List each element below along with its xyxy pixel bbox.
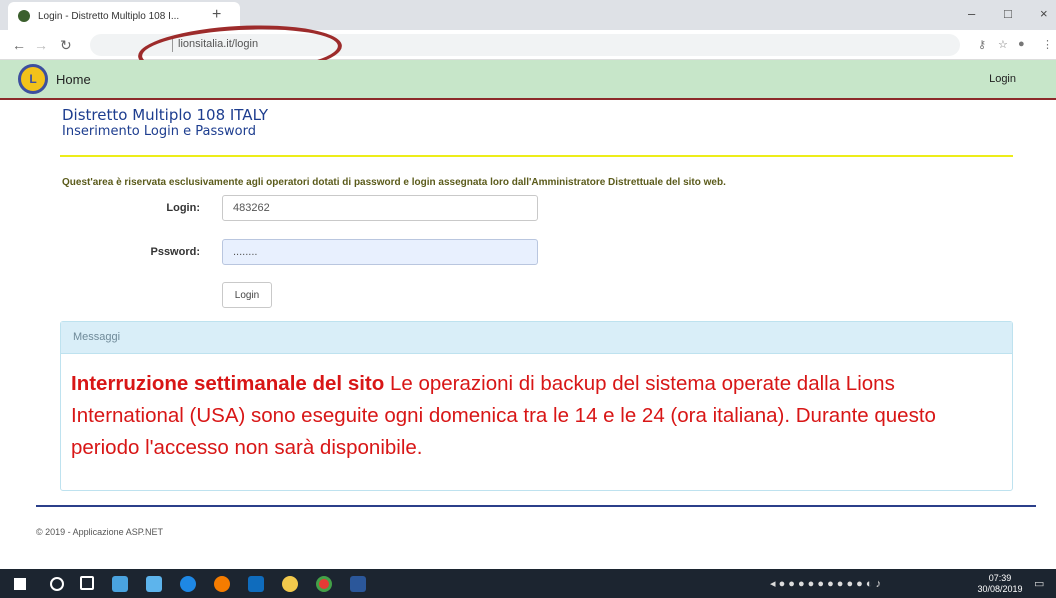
site-favicon-icon (18, 10, 30, 22)
profile-avatar-icon[interactable]: ● (1018, 38, 1025, 50)
new-tab-button[interactable]: + (212, 6, 221, 24)
login-input[interactable] (222, 195, 538, 221)
bookmark-star-icon[interactable]: ☆ (998, 38, 1008, 51)
browser-tab-strip: Login - Distretto Multiplo 108 I... + – … (0, 0, 1056, 30)
chrome-icon[interactable] (316, 576, 332, 592)
messages-body: Interruzione settimanale del sito Le ope… (61, 354, 1012, 464)
message-bold-title: Interruzione settimanale del sito (71, 372, 385, 395)
search-icon[interactable] (50, 577, 64, 591)
footer-divider (36, 505, 1036, 507)
task-view-icon[interactable] (80, 576, 94, 590)
outlook-icon[interactable] (248, 576, 264, 592)
back-arrow-icon[interactable]: ← (12, 37, 26, 53)
browser-tab[interactable]: Login - Distretto Multiplo 108 I... (8, 2, 240, 30)
lions-logo-icon: L (18, 64, 48, 94)
login-label: Login: (166, 202, 200, 214)
password-input[interactable] (222, 239, 538, 265)
restore-button[interactable]: □ (1004, 6, 1012, 21)
site-navbar: L Home Login (0, 60, 1056, 100)
logo-letter: L (29, 72, 37, 86)
notifications-icon[interactable]: ▭ (1034, 577, 1044, 590)
close-window-button[interactable]: × (1040, 6, 1048, 21)
reload-icon[interactable]: ↻ (60, 37, 72, 54)
firefox-icon[interactable] (214, 576, 230, 592)
yellow-divider (60, 155, 1013, 157)
forward-arrow-icon[interactable]: → (34, 37, 48, 53)
key-icon[interactable]: ⚷ (978, 38, 986, 51)
app-icon-2[interactable] (282, 576, 298, 592)
page-subtitle: Inserimento Login e Password (62, 124, 256, 139)
page-title: Distretto Multiplo 108 ITALY (62, 106, 269, 124)
file-explorer-icon[interactable] (146, 576, 162, 592)
access-notice: Quest'area è riservata esclusivamente ag… (62, 177, 726, 188)
nav-home-link[interactable]: Home (56, 72, 91, 87)
messages-heading: Messaggi (61, 322, 1012, 354)
messages-panel: Messaggi Interruzione settimanale del si… (60, 321, 1013, 491)
edge-browser-icon[interactable] (180, 576, 196, 592)
windows-taskbar: ◂ ● ● ● ● ● ● ● ● ● ◐ ♪ 07:39 30/08/2019… (0, 569, 1056, 598)
windows-start-icon[interactable] (14, 578, 26, 590)
menu-dots-icon[interactable]: ⋮ (1042, 38, 1053, 51)
clock-time: 07:39 (988, 573, 1012, 583)
taskbar-clock[interactable]: 07:39 30/08/2019 (976, 573, 1024, 595)
minimize-button[interactable]: – (968, 6, 975, 21)
login-button[interactable]: Login (222, 282, 272, 308)
password-label: Pssword: (150, 246, 200, 258)
word-icon[interactable] (350, 576, 366, 592)
copyright-text: © 2019 - Applicazione ASP.NET (36, 527, 164, 537)
tab-title: Login - Distretto Multiplo 108 I... (38, 10, 180, 22)
system-tray-icons[interactable]: ◂ ● ● ● ● ● ● ● ● ● ◐ ♪ (770, 577, 881, 590)
app-icon-1[interactable] (112, 576, 128, 592)
clock-date: 30/08/2019 (977, 584, 1023, 594)
nav-login-link[interactable]: Login (989, 73, 1016, 85)
